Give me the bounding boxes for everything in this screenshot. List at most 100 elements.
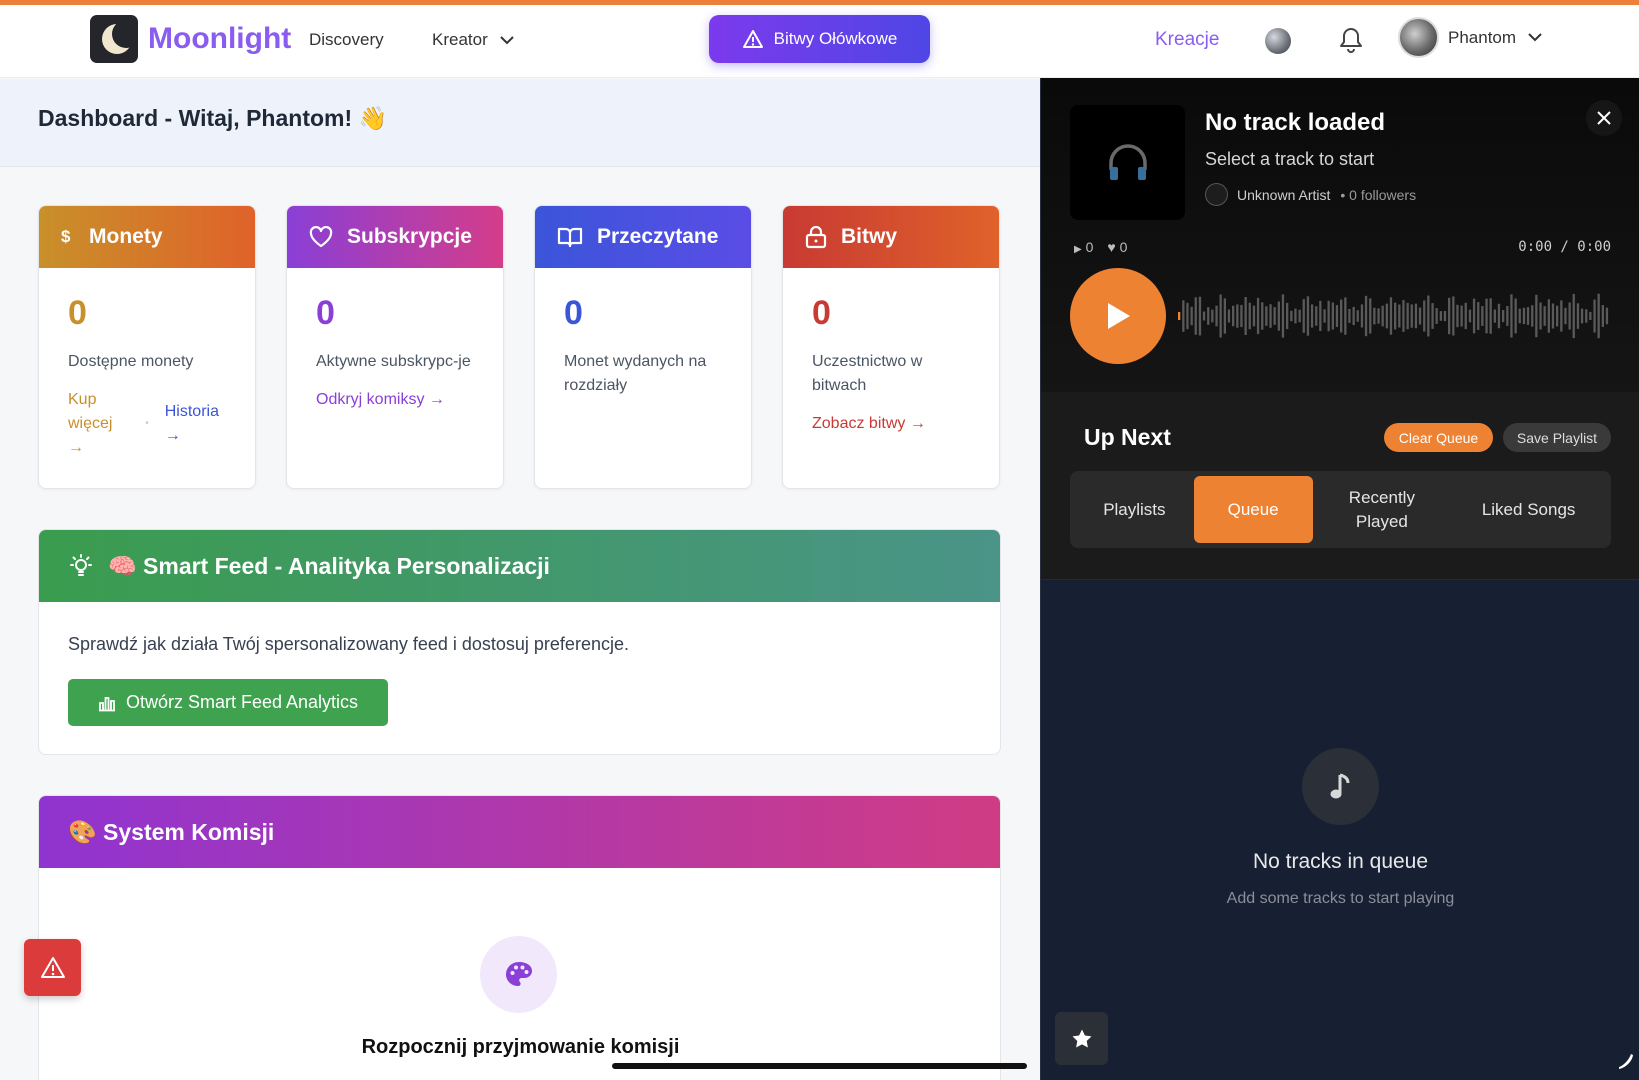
waveform-bar [1348,309,1351,323]
waveform-bar [1493,309,1496,323]
artist-followers: • 0 followers [1340,186,1417,203]
phone-icon[interactable] [1616,1050,1636,1075]
dashboard-header: Dashboard - Witaj, Phantom! 👋 [0,79,1040,167]
waveform-bar [1497,303,1501,329]
palette-icon [480,936,557,1013]
book-open-icon [557,227,583,248]
play-button[interactable] [1070,268,1166,364]
waveform-bar [1178,312,1181,320]
lock-icon [805,225,827,249]
commissions-header: 🎨 System Komisji [39,796,1000,868]
waveform-bar [1452,296,1455,336]
nav-link-discovery[interactable]: Discovery [309,30,384,50]
waveform-bar [1531,305,1534,327]
avatar [1398,17,1439,58]
like-count-value: 0 [1119,239,1128,255]
globe-icon[interactable] [1265,28,1291,54]
commissions-title: 🎨 System Komisji [68,818,275,845]
waveform-bar [1439,311,1442,321]
smart-feed-description: Sprawdź jak działa Twój spersonalizowany… [68,634,629,654]
waveform-bar [1522,307,1526,325]
bar-chart-icon [98,696,115,711]
waveform-bar [1593,299,1596,333]
stat-card-battles: Bitwy 0 Uczestnictwo w bitwach Zobacz bi… [782,205,1000,489]
waveform-bar [1294,308,1297,324]
waveform-bar [1535,294,1538,338]
now-playing: No track loaded Select a track to start … [1041,78,1639,392]
waveform-bar [1506,306,1509,326]
music-note-icon [1302,748,1379,825]
waveform-bar [1418,307,1422,325]
report-alert-button[interactable] [24,939,81,996]
waveform-bar [1377,308,1380,324]
tab-recently-played[interactable]: Recently Played [1313,476,1452,543]
stat-card-coins: $ Monety 0 Dostępne monety Kup więcej → … [38,205,256,489]
waveform-bar [1394,302,1397,330]
queue-tabs: Playlists Queue Recently Played Liked So… [1070,471,1611,548]
discover-comics-link[interactable]: Odkryj komiksy → [316,388,445,412]
waveform-bar [1302,299,1305,333]
waveform-bar [1323,309,1326,323]
pencil-battles-label: Bitwy Ołówkowe [773,29,898,48]
user-menu[interactable]: Phantom [1398,17,1542,58]
notifications-bell-icon[interactable] [1338,26,1364,59]
waveform-bar [1385,303,1388,329]
waveform-bar [1556,305,1559,327]
favorite-button[interactable] [1055,1012,1108,1065]
chevron-down-icon [1528,33,1542,42]
nav-link-kreator-label: Kreator [432,30,488,49]
waveform-bar [1310,304,1314,328]
nav-link-kreacje[interactable]: Kreacje [1155,29,1219,51]
play-count: ▶ 0 [1074,239,1093,255]
waveform-seekbar[interactable] [1178,288,1610,344]
close-player-button[interactable] [1586,100,1622,136]
warning-icon [40,956,65,978]
stat-description: Aktywne subskrypc-je [316,353,471,370]
buy-more-link[interactable]: Kup więcej → [68,388,129,460]
stat-value: 0 [316,294,335,332]
tab-playlists[interactable]: Playlists [1075,476,1194,543]
navbar: Moonlight Discovery Kreator Bitwy Ołówko… [0,5,1639,78]
waveform-bar [1335,305,1339,327]
waveform-bar [1227,309,1231,323]
waveform-bar [1194,297,1197,335]
queue-empty-state: No tracks in queue Add some tracks to st… [1041,748,1639,908]
save-playlist-button[interactable]: Save Playlist [1503,423,1611,452]
waveform-bar [1198,296,1202,336]
album-cover [1070,105,1185,220]
open-smart-feed-button[interactable]: Otwórz Smart Feed Analytics [68,679,388,726]
waveform-bar [1381,305,1384,327]
waveform-bar [1232,305,1235,327]
lightbulb-icon [70,554,92,576]
waveform-bar [1269,304,1272,328]
waveform-bar [1244,297,1247,335]
pencil-battles-button[interactable]: Bitwy Ołówkowe [709,15,930,63]
waveform-bar [1186,302,1189,330]
track-title: No track loaded [1205,109,1386,136]
artist-name[interactable]: Unknown Artist [1237,187,1330,203]
waveform-bar [1340,299,1343,333]
stat-description: Uczestnictwo w bitwach [812,353,923,394]
waveform-bar [1456,304,1459,328]
separator-dot: • [145,418,149,429]
nav-link-kreator[interactable]: Kreator [432,30,515,50]
waveform-bar [1319,300,1322,331]
waveform-bar [1481,306,1484,326]
waveform-bar [1248,302,1251,330]
waveform-bar [1273,307,1276,325]
brand-logo[interactable]: Moonlight [90,15,291,63]
moon-logo-icon [90,15,138,63]
see-battles-link[interactable]: Zobacz bitwy → [812,412,926,436]
tab-liked-songs[interactable]: Liked Songs [1451,476,1606,543]
clear-queue-button[interactable]: Clear Queue [1384,423,1493,452]
waveform-bar [1601,305,1604,327]
tab-queue[interactable]: Queue [1193,476,1313,543]
waveform-bar [1518,308,1521,324]
waveform-bar [1327,300,1330,332]
waveform-bar [1510,294,1513,338]
stat-card-header: Subskrypcje [287,206,503,268]
play-small-icon: ▶ [1074,244,1082,255]
waveform-bar [1240,304,1243,328]
waveform-bar [1223,298,1226,334]
history-link[interactable]: Historia → [165,400,226,448]
